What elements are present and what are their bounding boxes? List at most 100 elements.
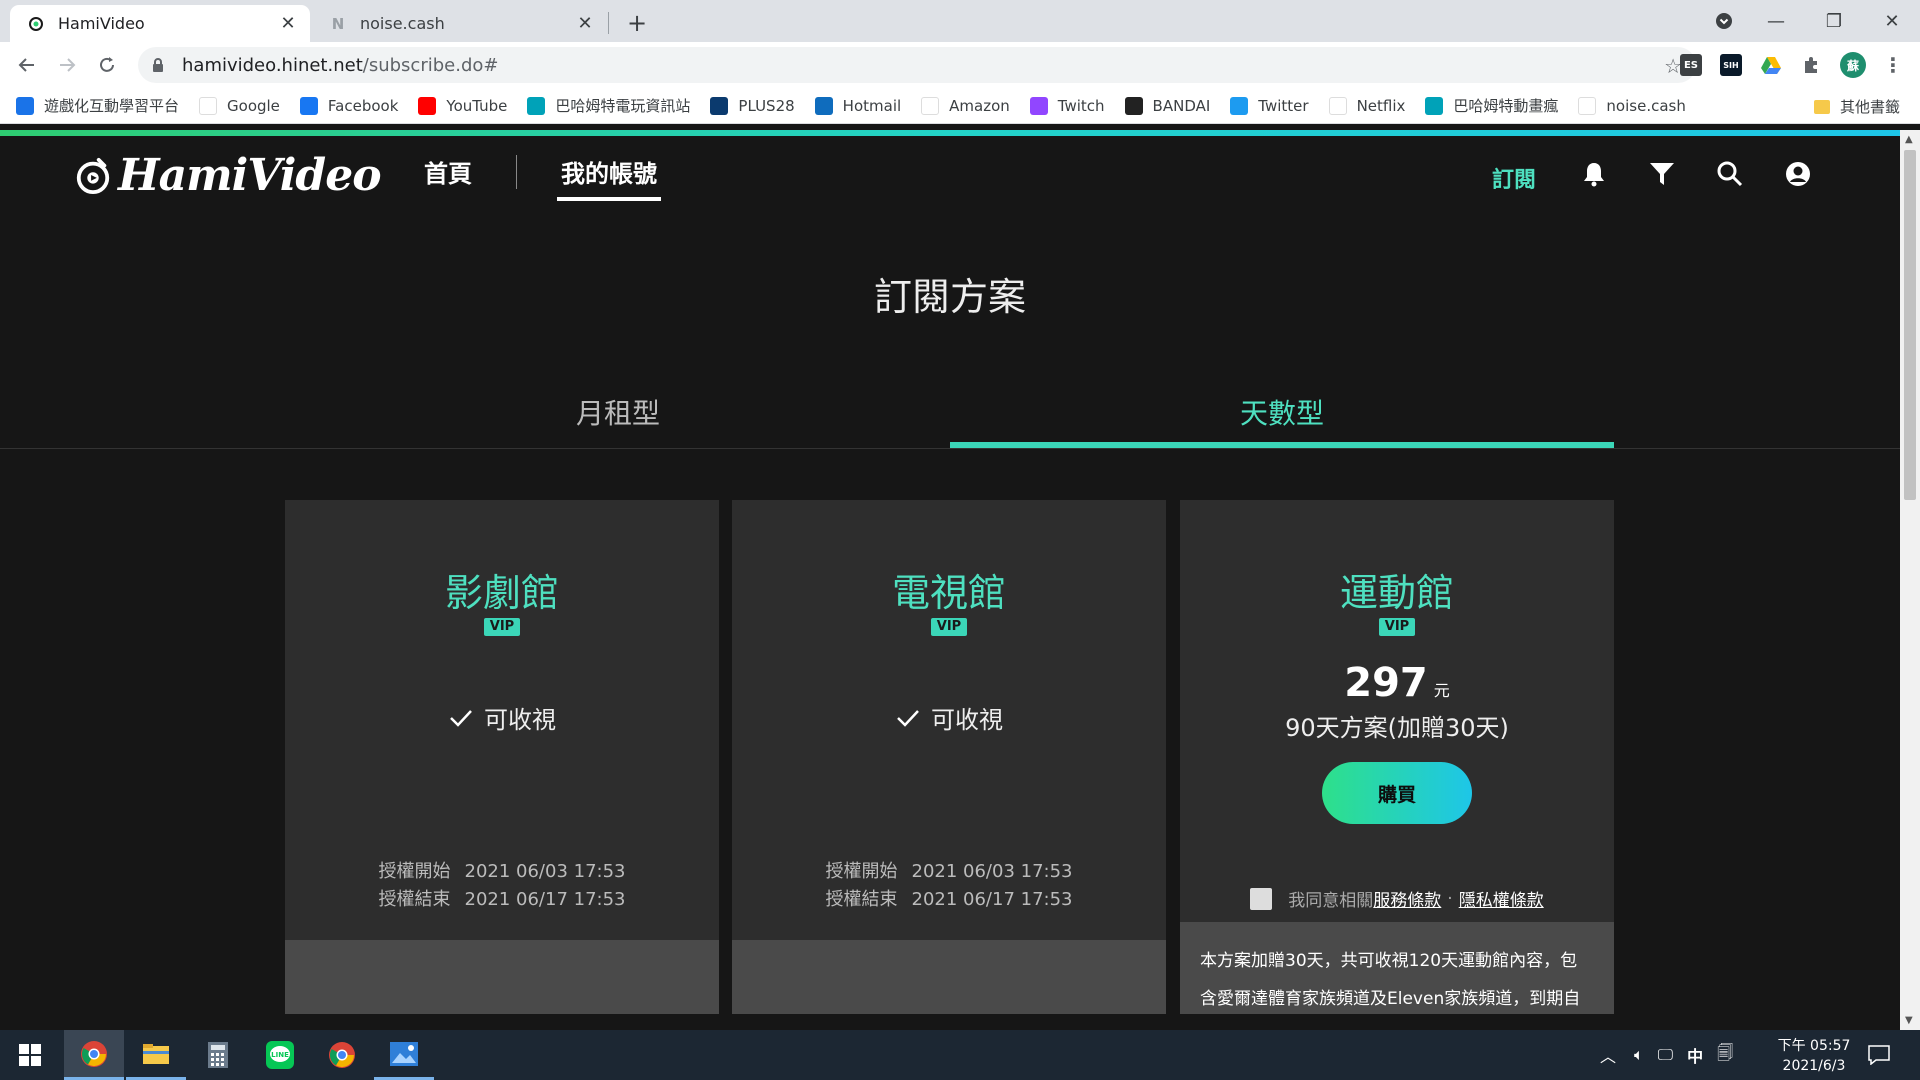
active-tab-indicator: [950, 442, 1614, 448]
plan-status: 可收視: [285, 700, 719, 735]
close-tab-icon[interactable]: ✕: [573, 12, 597, 36]
bookmark-item[interactable]: noise.cash: [1578, 96, 1686, 115]
bookmark-label: Google: [227, 96, 280, 115]
netflix-icon: [1328, 96, 1347, 115]
agree-checkbox[interactable]: [1250, 887, 1273, 910]
tab-search-button[interactable]: [1696, 0, 1752, 42]
scroll-down-icon[interactable]: ▼: [1905, 1015, 1913, 1026]
reload-button[interactable]: [92, 50, 122, 80]
hamivideo-favicon-icon: [26, 14, 46, 34]
bookmark-label: Facebook: [327, 96, 399, 115]
back-arrow-icon: [18, 58, 34, 72]
plan-status: 可收視: [732, 700, 1166, 735]
bookmark-item[interactable]: Google: [199, 96, 280, 115]
bookmark-label: Twitch: [1057, 96, 1105, 115]
calculator-icon: [208, 1042, 228, 1068]
windows-logo-icon: [19, 1044, 41, 1066]
start-button[interactable]: [0, 1030, 60, 1080]
ime-indicator[interactable]: 中: [1687, 1043, 1703, 1067]
back-button[interactable]: [12, 50, 42, 80]
bookmark-label: Netflix: [1356, 96, 1406, 115]
action-center-icon[interactable]: [1868, 1030, 1890, 1080]
show-hidden-icons-icon[interactable]: ︿: [1600, 1043, 1616, 1067]
scrollbar-thumb[interactable]: [1904, 150, 1916, 500]
network-icon[interactable]: 🖵︎: [1658, 1045, 1673, 1065]
auth-end-value: 2021 06/17 17:53: [911, 889, 1073, 910]
other-bookmarks-folder[interactable]: 其他書籤: [1813, 96, 1900, 117]
tab-daily[interactable]: 天數型: [950, 392, 1614, 432]
bookmark-label: Amazon: [949, 96, 1010, 115]
browser-menu-icon[interactable]: ⋮: [1882, 53, 1904, 77]
bookmark-item[interactable]: PLUS28: [710, 96, 795, 115]
bookmark-item[interactable]: Hotmail: [814, 96, 902, 115]
bookmark-item[interactable]: Twitch: [1029, 96, 1105, 115]
taskbar-calculator[interactable]: [188, 1030, 248, 1080]
buy-button[interactable]: 購買: [1322, 762, 1472, 824]
taskbar-photos[interactable]: [374, 1030, 434, 1080]
plan-name: 運動館: [1339, 571, 1454, 615]
bookmark-item[interactable]: Twitter: [1230, 96, 1309, 115]
photos-icon: [390, 1041, 418, 1066]
extension-sih-icon[interactable]: SIH: [1720, 54, 1742, 76]
bookmark-item[interactable]: Netflix: [1328, 96, 1406, 115]
bookmark-item[interactable]: Facebook: [299, 96, 399, 115]
clipboard-icon[interactable]: 🗐︎: [1717, 1042, 1733, 1069]
auth-start-value: 2021 06/03 17:53: [911, 861, 1073, 882]
card-footer: [732, 940, 1166, 1014]
vip-badge: VIP: [484, 618, 520, 636]
bookmark-item[interactable]: 巴哈姆特動畫瘋: [1425, 95, 1558, 116]
page-scrollbar[interactable]: ▲ ▼: [1900, 130, 1920, 1030]
terms-agreement: 我同意相關 服務條款 · 隱私權條款: [1180, 886, 1614, 911]
bookmark-label: BANDAI: [1152, 96, 1211, 115]
bookmark-item[interactable]: 遊戲化互動學習平台: [16, 95, 179, 116]
bookmark-item[interactable]: Amazon: [921, 96, 1010, 115]
noise-cash-icon: [1578, 96, 1597, 115]
plan-price: 297 元: [1344, 660, 1450, 706]
volume-icon[interactable]: 🔈︎: [1634, 1045, 1644, 1065]
tab-noise-cash[interactable]: N noise.cash ✕: [312, 5, 607, 42]
extensions-puzzle-icon[interactable]: [1800, 54, 1822, 76]
plan-type-tabs: 月租型 天數型: [0, 136, 1900, 449]
bookmark-label: 遊戲化互動學習平台: [44, 97, 180, 115]
windows-taskbar: LINE ︿ 🔈︎ 🖵︎ 中 🗐︎ 下午 05:57 2021/6/3: [0, 1030, 1920, 1080]
bookmark-item[interactable]: 巴哈姆特電玩資訊站: [527, 95, 690, 116]
chrome-icon: [329, 1042, 355, 1068]
taskbar-chrome-2[interactable]: [312, 1030, 372, 1080]
extension-es-icon[interactable]: ES: [1680, 54, 1702, 76]
bookmark-item[interactable]: BANDAI: [1124, 96, 1211, 115]
terms-of-service-link[interactable]: 服務條款: [1373, 886, 1441, 911]
profile-avatar[interactable]: 蘇: [1840, 52, 1866, 78]
vip-badge: VIP: [931, 618, 967, 636]
plan-card-tv: 電視館 VIP 可收視 授權開始 2021 06/03 17:53 授權結束 202…: [732, 500, 1166, 1014]
new-tab-button[interactable]: +: [622, 8, 652, 38]
bahamut-anime-icon: [1425, 96, 1444, 115]
card-footer: [285, 940, 719, 1014]
close-tab-icon[interactable]: ✕: [276, 12, 300, 36]
taskbar-line[interactable]: LINE: [250, 1030, 310, 1080]
google-icon: [199, 96, 218, 115]
auth-start-value: 2021 06/03 17:53: [464, 861, 626, 882]
taskbar-clock[interactable]: 下午 05:57 2021/6/3: [1766, 1036, 1862, 1076]
scroll-up-icon[interactable]: ▲: [1905, 134, 1913, 145]
google-drive-icon[interactable]: [1760, 54, 1782, 76]
vip-badge: VIP: [1379, 618, 1415, 636]
chrome-icon: [81, 1040, 107, 1067]
forward-button[interactable]: [52, 50, 82, 80]
tab-hamivideo[interactable]: HamiVideo ✕: [10, 5, 310, 42]
privacy-policy-link[interactable]: 隱私權條款: [1459, 886, 1544, 911]
bookmark-label: Hotmail: [842, 96, 902, 115]
close-window-button[interactable]: ✕: [1864, 0, 1920, 42]
address-bar[interactable]: hamivideo.hinet.net/subscribe.do# ☆: [138, 47, 1696, 83]
check-icon: [897, 709, 919, 727]
bookmark-item[interactable]: YouTube: [418, 96, 507, 115]
tab-monthly[interactable]: 月租型: [286, 392, 950, 432]
plan-name: 電視館: [891, 571, 1006, 615]
taskbar-file-explorer[interactable]: [126, 1030, 186, 1080]
restore-button[interactable]: ❐: [1806, 0, 1862, 42]
minimize-button[interactable]: —: [1748, 0, 1804, 42]
bahamut-icon: [527, 96, 546, 115]
learning-icon: [16, 96, 34, 115]
plan-name: 影劇館: [444, 571, 559, 615]
taskbar-chrome[interactable]: [64, 1030, 124, 1080]
tab-title: HamiVideo: [58, 14, 145, 33]
